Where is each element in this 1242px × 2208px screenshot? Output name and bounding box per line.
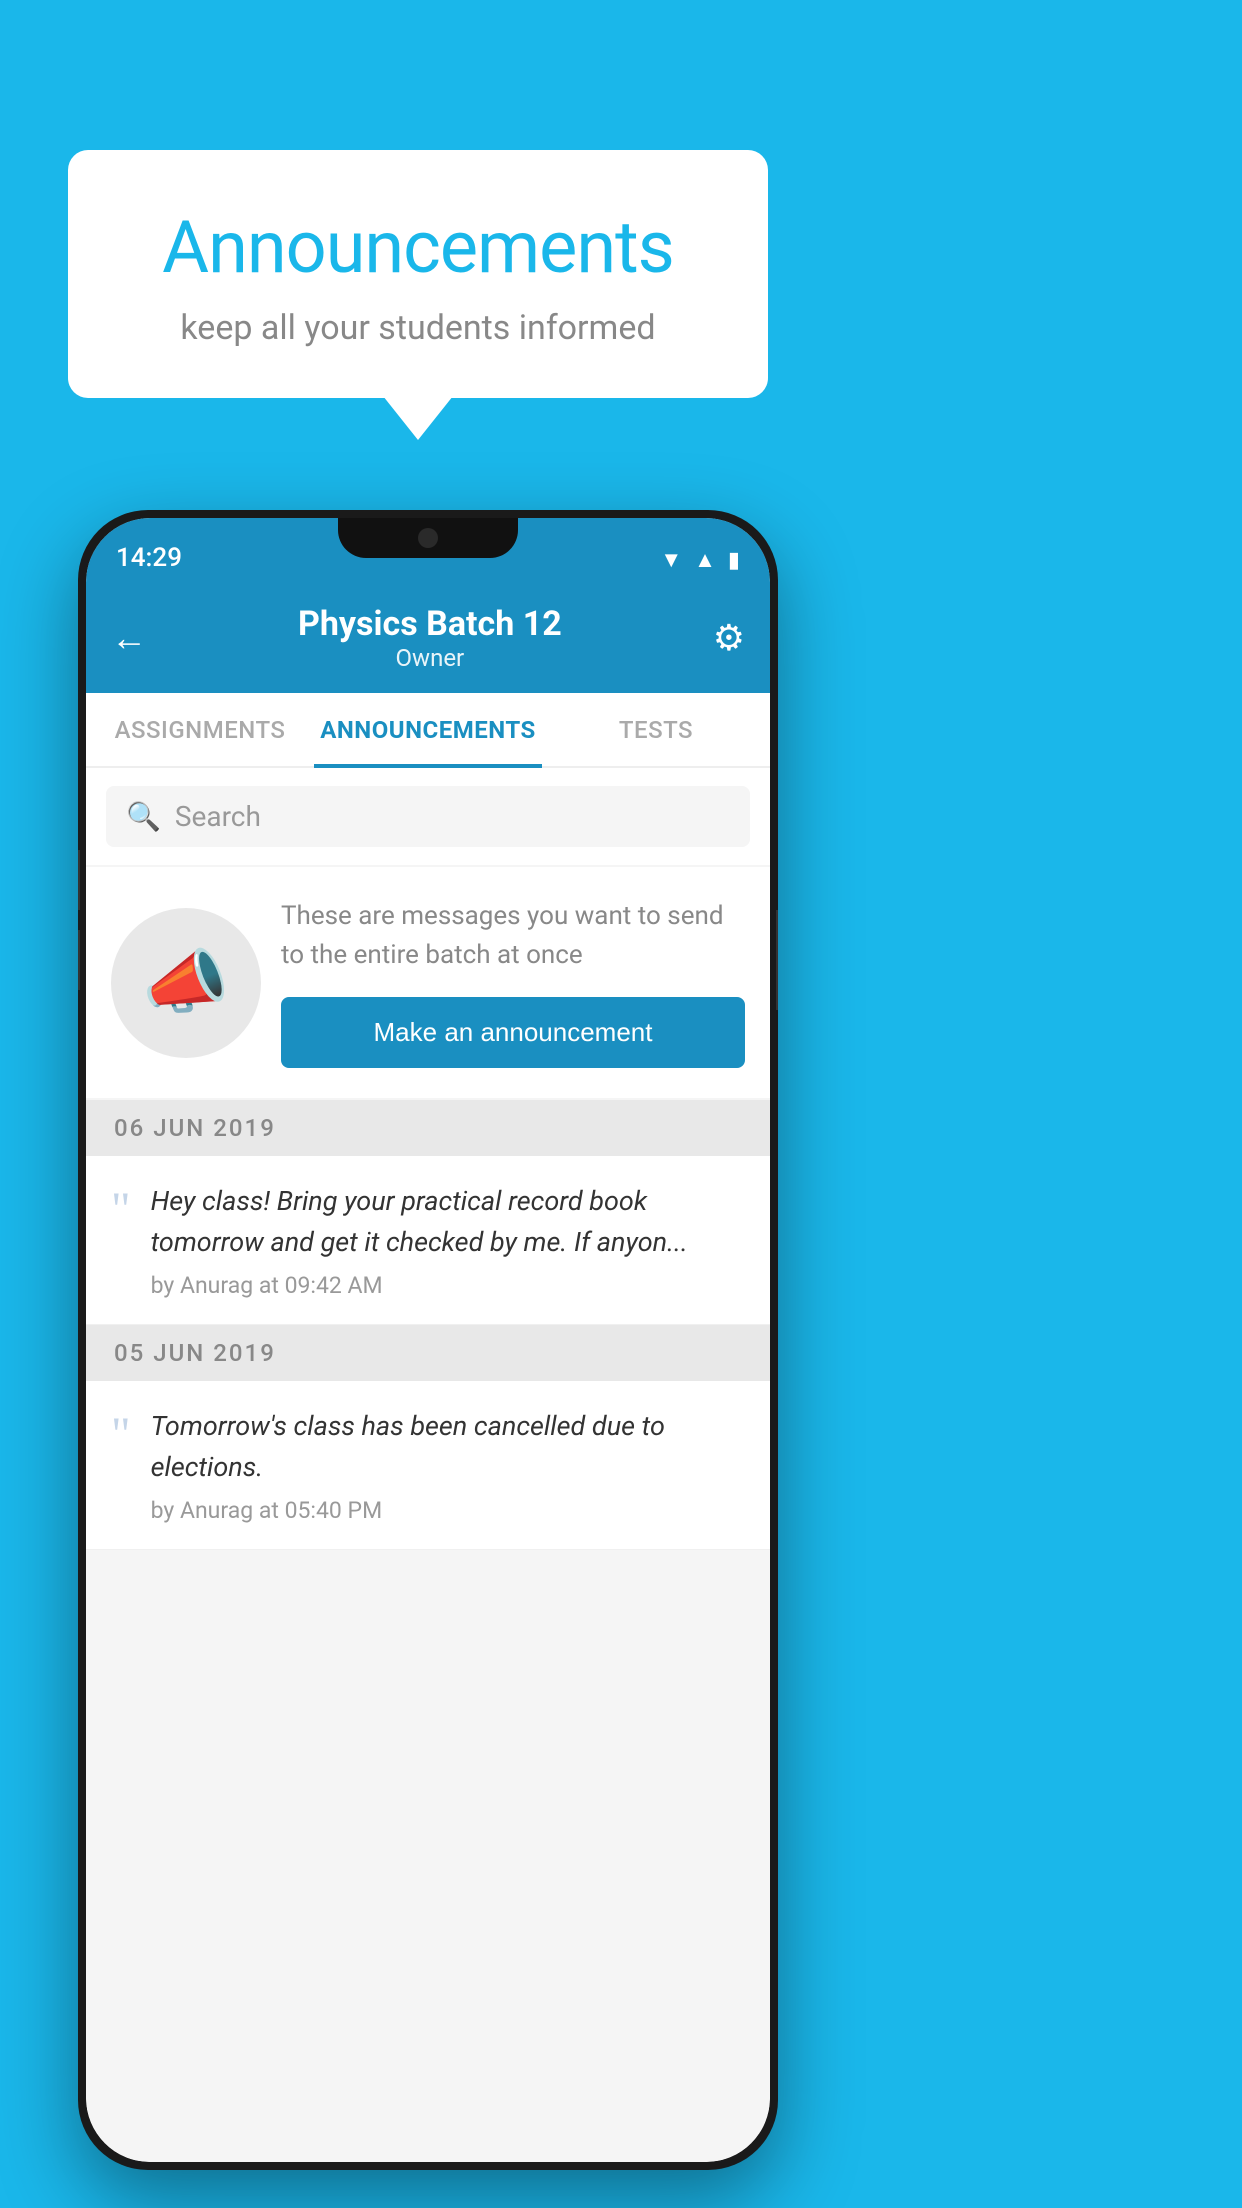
announcement-author-1: by Anurag at 09:42 AM — [151, 1272, 745, 1299]
promo-right: These are messages you want to send to t… — [281, 897, 745, 1068]
volume-down-button[interactable] — [78, 930, 80, 990]
content-area: 🔍 Search 📣 These are messages you want t… — [86, 768, 770, 2162]
search-placeholder: Search — [175, 800, 261, 833]
battery-icon: ▮ — [728, 548, 740, 573]
speech-bubble-container: Announcements keep all your students inf… — [68, 150, 768, 398]
quote-icon-1: " — [111, 1181, 131, 1234]
header-title-container: Physics Batch 12 Owner — [147, 604, 713, 672]
search-input-wrap[interactable]: 🔍 Search — [106, 786, 750, 847]
date-separator-2: 05 JUN 2019 — [86, 1325, 770, 1381]
speech-bubble-subtitle: keep all your students informed — [128, 308, 708, 348]
announcement-message-1: Hey class! Bring your practical record b… — [151, 1181, 745, 1262]
app-header: ← Physics Batch 12 Owner ⚙ — [86, 583, 770, 693]
phone-frame: 14:29 ▼ ▲ ▮ ← Physics Batch 12 Owner ⚙ — [78, 510, 778, 2170]
speech-bubble: Announcements keep all your students inf… — [68, 150, 768, 398]
announcement-message-2: Tomorrow's class has been cancelled due … — [151, 1406, 745, 1487]
announcement-item-2: " Tomorrow's class has been cancelled du… — [86, 1381, 770, 1550]
header-title: Physics Batch 12 — [147, 604, 713, 644]
announcement-text-1: Hey class! Bring your practical record b… — [151, 1181, 745, 1299]
make-announcement-button[interactable]: Make an announcement — [281, 997, 745, 1068]
tab-tests[interactable]: TESTS — [542, 693, 770, 766]
announcement-author-2: by Anurag at 05:40 PM — [151, 1497, 745, 1524]
search-icon: 🔍 — [126, 800, 161, 833]
search-bar: 🔍 Search — [86, 768, 770, 865]
speech-bubble-title: Announcements — [128, 205, 708, 290]
header-subtitle: Owner — [147, 644, 713, 672]
megaphone-icon: 📣 — [142, 942, 229, 1024]
signal-icon: ▲ — [694, 547, 716, 573]
phone-inner: 14:29 ▼ ▲ ▮ ← Physics Batch 12 Owner ⚙ — [86, 518, 770, 2162]
announcement-item-1: " Hey class! Bring your practical record… — [86, 1156, 770, 1325]
wifi-icon: ▼ — [660, 547, 682, 573]
phone-notch — [338, 518, 518, 558]
settings-icon[interactable]: ⚙ — [713, 617, 745, 659]
status-icons: ▼ ▲ ▮ — [660, 547, 740, 573]
phone-screen: 14:29 ▼ ▲ ▮ ← Physics Batch 12 Owner ⚙ — [86, 518, 770, 2162]
tab-assignments[interactable]: ASSIGNMENTS — [86, 693, 314, 766]
power-button[interactable] — [776, 910, 778, 1010]
tab-announcements[interactable]: ANNOUNCEMENTS — [314, 693, 542, 766]
camera-dot — [418, 528, 438, 548]
promo-icon-circle: 📣 — [111, 908, 261, 1058]
date-separator-1: 06 JUN 2019 — [86, 1100, 770, 1156]
announcement-text-2: Tomorrow's class has been cancelled due … — [151, 1406, 745, 1524]
back-button[interactable]: ← — [111, 617, 147, 659]
volume-up-button[interactable] — [78, 850, 80, 910]
quote-icon-2: " — [111, 1406, 131, 1459]
promo-text: These are messages you want to send to t… — [281, 897, 745, 975]
promo-card: 📣 These are messages you want to send to… — [86, 867, 770, 1098]
status-time: 14:29 — [116, 543, 182, 573]
tab-bar: ASSIGNMENTS ANNOUNCEMENTS TESTS — [86, 693, 770, 768]
